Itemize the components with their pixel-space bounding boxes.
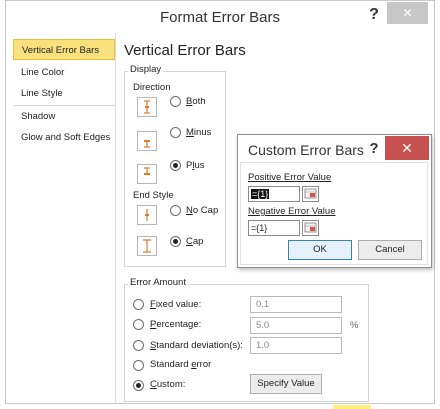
custom-dialog-title: Custom Error Bars <box>248 142 364 158</box>
nav-item-shadow[interactable]: Shadow <box>13 106 115 127</box>
nav-divider-vertical <box>115 33 116 403</box>
std-deviation-label[interactable]: Standard deviation(s): <box>150 340 243 351</box>
std-deviation-field[interactable]: 1.0 <box>250 337 342 354</box>
nav-item-vertical-error-bars[interactable]: Vertical Error Bars <box>13 39 115 60</box>
end-style-cap-radio[interactable] <box>170 236 181 247</box>
custom-dialog-help-icon[interactable]: ? <box>366 138 382 160</box>
highlight-strip <box>333 405 371 409</box>
cancel-button[interactable]: Cancel <box>358 240 422 260</box>
std-error-label[interactable]: Standard error <box>150 359 211 370</box>
accel-s: S <box>150 340 157 351</box>
positive-error-label-text: Positive Error Value <box>248 172 332 183</box>
accel-n: N <box>186 205 193 216</box>
negative-error-input[interactable]: ={1} <box>248 220 300 236</box>
accel-e: e <box>191 359 197 370</box>
direction-both-radio[interactable] <box>170 96 181 107</box>
negative-error-label-text: Negative Error Value <box>248 206 336 217</box>
accel-c2: C <box>150 379 157 390</box>
nav-item-glow-soft-edges[interactable]: Glow and Soft Edges <box>13 127 115 148</box>
custom-radio[interactable] <box>133 380 144 391</box>
both-direction-icon <box>137 97 157 117</box>
positive-error-input[interactable]: ={1} <box>248 186 300 202</box>
specify-value-button[interactable]: Specify Value <box>250 374 322 394</box>
fixed-value-radio[interactable] <box>133 299 144 310</box>
display-group-label: Display <box>128 64 164 75</box>
nav-item-line-style[interactable]: Line Style <box>13 83 115 104</box>
nav-item-line-color[interactable]: Line Color <box>13 62 115 83</box>
category-nav: Vertical Error Bars Line Color Line Styl… <box>13 37 115 157</box>
std-deviation-radio[interactable] <box>133 340 144 351</box>
panel-title: Vertical Error Bars <box>124 42 246 59</box>
positive-error-label: Positive Error Value <box>248 172 331 183</box>
fixed-value-field[interactable]: 0.1 <box>250 296 342 313</box>
percentage-field[interactable]: 5.0 <box>250 317 342 334</box>
std-error-radio[interactable] <box>133 360 144 371</box>
accel-c: C <box>186 236 193 247</box>
end-style-cap-label[interactable]: Cap <box>186 236 203 247</box>
positive-range-picker-icon[interactable] <box>302 186 319 202</box>
accel-f: F <box>150 299 156 310</box>
fixed-value-label[interactable]: Fixed value: <box>150 299 201 310</box>
end-style-label: End Style <box>133 190 174 201</box>
direction-plus-radio[interactable] <box>170 160 181 171</box>
direction-plus-label[interactable]: Plus <box>186 160 205 171</box>
ok-button[interactable]: OK <box>288 240 352 260</box>
end-style-no-cap-radio[interactable] <box>170 205 181 216</box>
custom-label[interactable]: Custom: <box>150 379 185 390</box>
custom-dialog-close-button[interactable]: ✕ <box>385 136 429 160</box>
accel-l: l <box>192 160 195 171</box>
direction-both-label[interactable]: Both <box>186 96 206 107</box>
accel-b: B <box>186 96 193 107</box>
plus-direction-icon <box>137 164 157 184</box>
percentage-radio[interactable] <box>133 319 144 330</box>
help-icon[interactable]: ? <box>364 4 384 26</box>
close-button[interactable]: ✕ <box>387 2 428 24</box>
percentage-label[interactable]: Percentage: <box>150 319 201 330</box>
positive-error-value: ={1} <box>251 189 270 199</box>
end-style-no-cap-label[interactable]: No Cap <box>186 205 218 216</box>
error-amount-group-label: Error Amount <box>128 277 188 288</box>
direction-minus-radio[interactable] <box>170 127 181 138</box>
direction-minus-label[interactable]: Minus <box>186 127 211 138</box>
negative-error-label: Negative Error Value <box>248 206 335 217</box>
percent-unit: % <box>350 320 359 331</box>
cap-icon <box>137 236 157 256</box>
negative-range-picker-icon[interactable] <box>302 220 319 236</box>
accel-p: P <box>150 319 157 330</box>
minus-direction-icon <box>137 131 157 151</box>
no-cap-icon <box>137 205 157 225</box>
direction-label: Direction <box>133 82 171 93</box>
accel-m: M <box>186 127 194 138</box>
